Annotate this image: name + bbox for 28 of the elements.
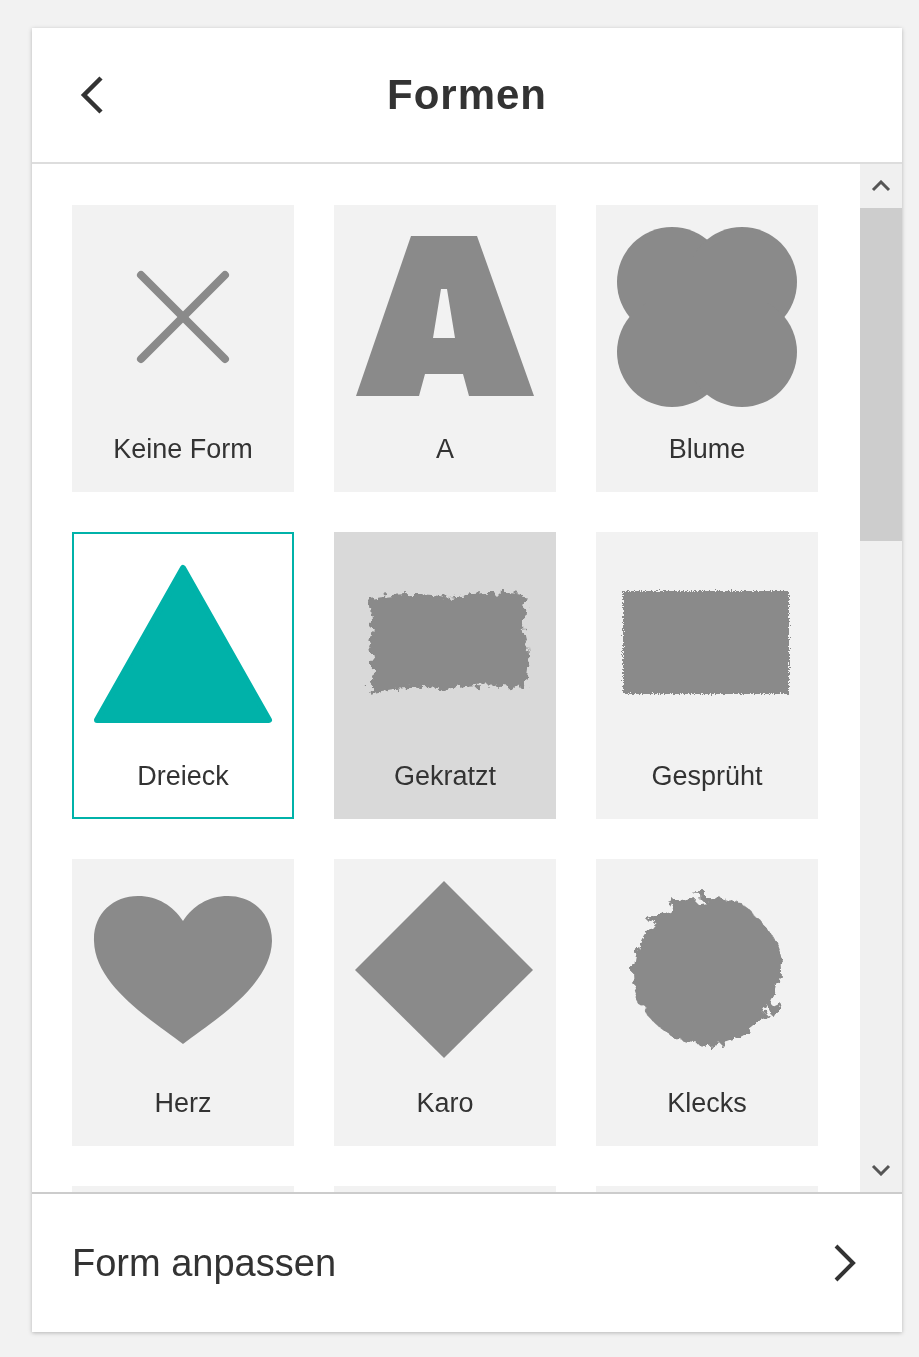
shape-tile[interactable]: Klecks: [596, 859, 818, 1146]
customize-shape-label: Form anpassen: [72, 1241, 336, 1285]
shape-tile[interactable]: Dreieck: [72, 532, 294, 819]
flower-shape-icon: [617, 227, 797, 407]
chevron-up-icon[interactable]: [871, 180, 891, 192]
scrollbar-thumb[interactable]: [860, 208, 902, 541]
panel-title: Formen: [387, 71, 547, 119]
shape-tile[interactable]: A: [334, 205, 556, 492]
sprayed-shape-icon: [623, 591, 789, 694]
shape-tile[interactable]: Blume: [596, 205, 818, 492]
diamond-shape-icon: [355, 881, 533, 1058]
cross-icon: [137, 271, 229, 363]
customize-shape-row[interactable]: Form anpassen: [32, 1194, 902, 1332]
blot-shape-icon: [633, 897, 781, 1045]
letter-a-shape-icon: [356, 236, 534, 396]
heart-shape-icon: [94, 896, 272, 1044]
shape-tile[interactable]: Gesprüht: [596, 532, 818, 819]
shape-tile[interactable]: Keine Form: [72, 205, 294, 492]
shape-tile[interactable]: Herz: [72, 859, 294, 1146]
scratched-shape-icon: [369, 592, 529, 694]
triangle-shape-icon: [94, 565, 272, 723]
chevron-down-icon[interactable]: [871, 1164, 891, 1176]
scrollbar[interactable]: [860, 164, 902, 1192]
chevron-right-icon: [832, 1243, 858, 1283]
shape-tile[interactable]: Gekratzt: [334, 532, 556, 819]
shape-tile[interactable]: Karo: [334, 859, 556, 1146]
chevron-left-icon: [79, 75, 105, 115]
forward-button[interactable]: [832, 1243, 858, 1283]
